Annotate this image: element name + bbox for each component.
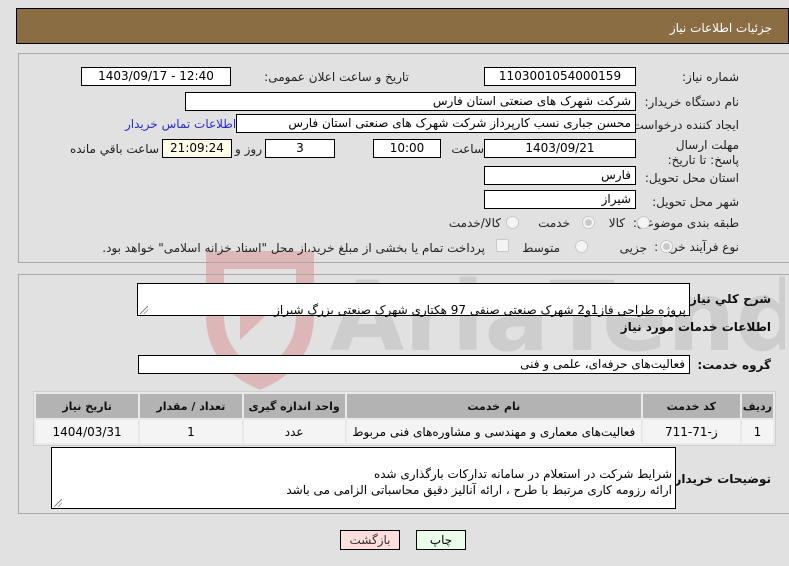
treasury-payment-label: پرداخت تمام یا بخشی از مبلغ خرید،از محل … (102, 241, 485, 255)
column-header-service-code: کد خدمت (642, 394, 740, 418)
treasury-payment-checkbox[interactable] (496, 239, 509, 252)
requester-label: ایجاد کننده درخواست: (628, 118, 739, 132)
cell-service-name: فعالیت‌های معماری و مهندسی و مشاوره‌های … (346, 420, 641, 443)
delivery-province-label: استان محل تحویل: (644, 171, 739, 185)
category-service-radio[interactable] (582, 216, 595, 229)
resize-grip-icon[interactable] (54, 499, 62, 507)
purchase-type-medium-radio[interactable] (575, 240, 588, 253)
services-table: ردیف کد خدمت نام خدمت واحد اندازه گیری ت… (33, 391, 776, 446)
days-label: روز و (235, 142, 262, 156)
column-header-row-number: ردیف (741, 394, 773, 418)
cell-row-number: 1 (741, 420, 773, 443)
description-label: شرح كلي نياز: (685, 292, 771, 306)
category-goods-radio[interactable] (637, 216, 650, 229)
delivery-province-field: فارس (484, 166, 636, 185)
column-header-service-name: نام خدمت (346, 394, 641, 418)
page-header: جزئیات اطلاعات نیاز (16, 8, 789, 44)
service-group-field: فعالیت‌های حرفه‌ای، علمی و فنی (138, 355, 690, 374)
buyer-contact-link[interactable]: اطلاعات تماس خریدار (125, 117, 236, 131)
purchase-type-minor-radio[interactable] (660, 240, 673, 253)
cell-unit: عدد (243, 420, 345, 443)
cell-service-code: ز-71-711 (642, 420, 740, 443)
deadline-label: مهلت ارسال پاسخ: تا تاریخ: (667, 138, 739, 167)
need-number-label: شماره نیاز: (682, 70, 739, 84)
remaining-days-field: 3 (265, 139, 335, 158)
need-number-field: 1103001054000159 (484, 67, 636, 86)
requester-field: محسن جباری نسب کارپرداز شرکت شهرک های صن… (236, 114, 636, 133)
announce-datetime-field: 1403/09/17 - 12:40 (81, 67, 231, 86)
description-text: پروژه طراحی فاز1و2 شهرک صنعتی صنفی 97 هک… (274, 303, 686, 317)
column-header-unit: واحد اندازه گیری (243, 394, 345, 418)
page-title: جزئیات اطلاعات نیاز (669, 21, 772, 35)
announce-datetime-label: تاریخ و ساعت اعلان عمومی: (264, 70, 409, 84)
purchase-type-minor-label: جزیی (619, 241, 647, 255)
column-header-need-date: تاریخ نیاز (36, 394, 139, 418)
deadline-time-field: 10:00 (373, 139, 441, 158)
deadline-time-label: ساعت (451, 142, 484, 156)
buyer-org-label: نام دستگاه خریدار: (644, 95, 740, 109)
remaining-time-label: ساعت باقي مانده (69, 142, 159, 156)
deadline-date-field: 1403/09/21 (484, 139, 636, 158)
remaining-time-field: 21:09:24 (162, 139, 232, 158)
table-row: 1 ز-71-711 فعالیت‌های معماری و مهندسی و … (36, 420, 773, 443)
service-group-label: گروه خدمت: (697, 358, 771, 372)
services-section-title: اطلاعات خدمات مورد نیاز (620, 320, 771, 334)
resize-grip-icon[interactable] (140, 306, 148, 314)
buyer-org-field: شرکت شهرک های صنعتی استان فارس (185, 92, 636, 111)
category-goods-service-label: کالا/خدمت (448, 216, 501, 230)
cell-need-date: 1404/03/31 (36, 420, 139, 443)
purchase-type-medium-label: متوسط (522, 241, 560, 255)
back-button[interactable]: بازگشت (340, 530, 400, 550)
delivery-city-label: شهر محل تحویل: (652, 195, 739, 209)
column-header-quantity: تعداد / مقدار (140, 394, 242, 418)
print-button[interactable]: چاپ (416, 530, 466, 550)
buyer-notes-text: شرایط شرکت در استعلام در سامانه تدارکات … (286, 467, 672, 497)
buyer-notes-label: توضیحات خریدار: (669, 472, 771, 486)
category-goods-service-radio[interactable] (506, 216, 519, 229)
table-header-row: ردیف کد خدمت نام خدمت واحد اندازه گیری ت… (36, 394, 773, 418)
category-goods-label: کالا (608, 216, 625, 230)
delivery-city-field: شیراز (484, 190, 636, 209)
category-service-label: خدمت (538, 216, 570, 230)
description-textarea[interactable]: پروژه طراحی فاز1و2 شهرک صنعتی صنفی 97 هک… (137, 283, 690, 317)
buyer-notes-textarea[interactable]: شرایط شرکت در استعلام در سامانه تدارکات … (51, 447, 676, 509)
cell-quantity: 1 (140, 420, 242, 443)
